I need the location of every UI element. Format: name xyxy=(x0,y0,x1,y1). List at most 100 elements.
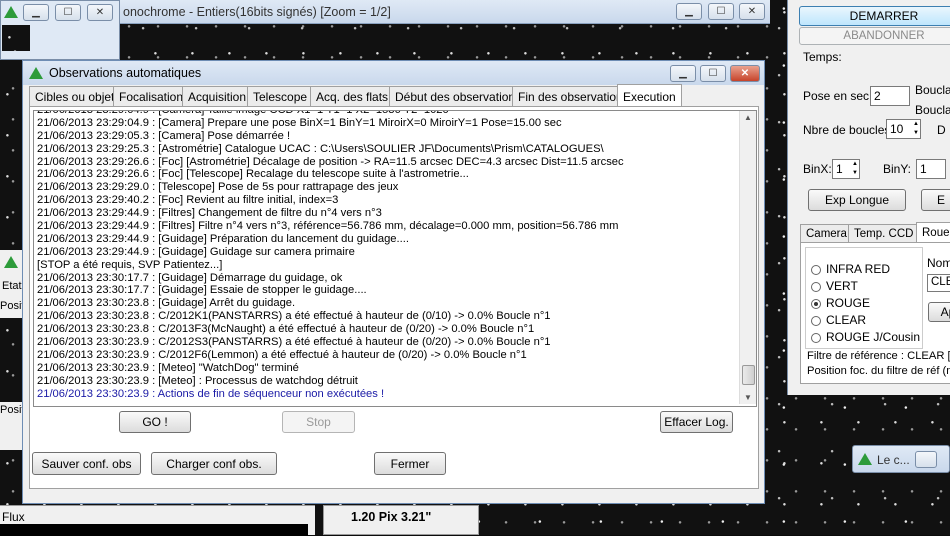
execution-panel: 21/06/2013 23:29:04.9 : [Camera] Taille … xyxy=(29,106,759,489)
filter-option-clear[interactable]: CLEAR xyxy=(811,313,866,327)
log-line: 21/06/2013 23:29:29.0 : [Telescope] Pose… xyxy=(37,181,399,194)
image-window-maximize-button[interactable]: ☐ xyxy=(708,3,734,20)
dialog-close-button[interactable]: ✕ xyxy=(730,64,760,82)
tab-camera[interactable]: Camera xyxy=(800,224,853,242)
tab-telescope[interactable]: Telescope xyxy=(247,86,314,107)
scroll-thumb[interactable] xyxy=(742,365,755,385)
exp-other-button[interactable]: E xyxy=(921,189,950,211)
effacer-log-button[interactable]: Effacer Log. xyxy=(660,411,733,433)
log-scrollbar[interactable]: ▲ ▼ xyxy=(739,111,756,404)
log-line: 21/06/2013 23:30:17.7 : [Guidage] Essaie… xyxy=(37,284,367,297)
log-line: 21/06/2013 23:30:23.9 : C/2012F6(Lemmon)… xyxy=(37,348,527,361)
nom-input[interactable]: CLE xyxy=(927,274,950,292)
tab-roue[interactable]: Roue xyxy=(916,222,950,242)
dialog-minimize-button[interactable]: ▁ xyxy=(670,64,696,82)
filter-option-infrared[interactable]: INFRA RED xyxy=(811,262,890,276)
pose-input[interactable]: 2 xyxy=(870,86,910,106)
left-small-window: ▁ ☐ ✕ xyxy=(0,0,120,60)
flux-label: Flux xyxy=(2,510,25,524)
panel-tabs: Camera Temp. CCD Roue xyxy=(800,222,950,244)
filter-label: INFRA RED xyxy=(826,262,891,276)
abandonner-button[interactable]: ABANDONNER xyxy=(799,27,950,45)
tab-cibles[interactable]: Cibles ou objets xyxy=(29,86,127,107)
minimized-window-le-c[interactable]: Le c... xyxy=(852,445,950,473)
measure-readout-panel: 1.20 Pix 3.21" xyxy=(323,505,479,535)
ap-button[interactable]: Ap xyxy=(928,302,950,322)
exp-longue-button[interactable]: Exp Longue xyxy=(808,189,906,211)
image-window-titlebar: onochrome - Entiers(16bits signés) [Zoom… xyxy=(118,0,770,24)
log-line: 21/06/2013 23:29:44.9 : [Filtres] Filtre… xyxy=(37,220,619,233)
left-window-minimize-button[interactable]: ▁ xyxy=(23,4,49,21)
tab-acq-flats[interactable]: Acq. des flats xyxy=(310,86,395,107)
sauver-conf-button[interactable]: Sauver conf. obs xyxy=(32,452,141,475)
filter-label: CLEAR xyxy=(826,313,867,327)
tab-temp-ccd[interactable]: Temp. CCD xyxy=(848,224,920,242)
binx-value: 1 xyxy=(836,162,843,176)
image-window-minimize-button[interactable]: ▁ xyxy=(676,3,702,20)
prism-icon xyxy=(4,6,18,18)
left-window-close-button[interactable]: ✕ xyxy=(87,4,113,21)
left-status-strip: Etat Posit Posit xyxy=(0,250,24,450)
measure-readout: 1.20 Pix 3.21" xyxy=(351,510,432,524)
biny-stepper[interactable]: 1 xyxy=(916,159,946,179)
left-preview xyxy=(0,318,23,402)
pose-value: 2 xyxy=(874,89,881,103)
filtre-reference-text: Filtre de référence : CLEAR [In xyxy=(807,350,950,362)
spin-down-icon[interactable]: ▼ xyxy=(852,169,858,178)
filter-option-vert[interactable]: VERT xyxy=(811,279,858,293)
log-line: 21/06/2013 23:30:23.8 : C/2012K1(PANSTAR… xyxy=(37,310,551,323)
log-line: 21/06/2013 23:30:23.9 : Actions de fin d… xyxy=(37,387,385,400)
left-window-maximize-button[interactable]: ☐ xyxy=(55,4,81,21)
flux-graph xyxy=(0,524,308,536)
log-line: 21/06/2013 23:29:25.3 : [Astrométrie] Ca… xyxy=(37,142,604,155)
prism-icon xyxy=(4,256,18,268)
scroll-down-icon[interactable]: ▼ xyxy=(744,393,752,402)
boucles-suffix: D xyxy=(937,123,946,137)
radio-icon[interactable] xyxy=(811,264,821,275)
tab-acquisition[interactable]: Acquisition xyxy=(182,86,253,107)
bouclage-label-2: Bouclag xyxy=(915,103,950,117)
acquisition-panel: DEMARRER ABANDONNER Temps: Pose en sec. … xyxy=(787,0,950,395)
radio-icon[interactable] xyxy=(811,281,821,292)
spin-up-icon[interactable]: ▲ xyxy=(913,120,919,129)
fermer-button[interactable]: Fermer xyxy=(374,452,446,475)
filter-option-rouge[interactable]: ROUGE xyxy=(811,296,870,310)
minimized-window-title: Le c... xyxy=(877,453,910,467)
spin-up-icon[interactable]: ▲ xyxy=(852,160,858,169)
restore-icon[interactable] xyxy=(915,451,937,468)
boucles-stepper[interactable]: 10 ▲ ▼ xyxy=(886,119,921,139)
log-line: [STOP a été requis, SVP Patientez...] xyxy=(37,258,223,271)
log-line: 21/06/2013 23:29:04.9 : [Camera] Prepare… xyxy=(37,116,562,129)
dialog-title: Observations automatiques xyxy=(49,66,202,80)
demarrer-button[interactable]: DEMARRER xyxy=(799,6,950,26)
dialog-maximize-button[interactable]: ☐ xyxy=(700,64,726,82)
charger-conf-button[interactable]: Charger conf obs. xyxy=(151,452,277,475)
stop-button[interactable]: Stop xyxy=(282,411,355,433)
filter-option-rouge-cousin[interactable]: ROUGE J/Cousin xyxy=(811,330,920,344)
image-window-close-button[interactable]: ✕ xyxy=(739,3,765,20)
tab-focalisation[interactable]: Focalisation xyxy=(113,86,190,107)
scroll-up-icon[interactable]: ▲ xyxy=(744,113,752,122)
log-line: 21/06/2013 23:29:44.9 : [Guidage] Prépar… xyxy=(37,232,409,245)
filter-label: ROUGE xyxy=(826,296,871,310)
radio-icon[interactable] xyxy=(811,332,821,343)
bouclage-label-1: Bouclag xyxy=(915,83,950,97)
log-lines: 21/06/2013 23:29:04.9 : [Camera] Taille … xyxy=(34,111,739,400)
log-line: 21/06/2013 23:30:23.9 : C/2012S3(PANSTAR… xyxy=(37,336,551,349)
tab-debut-observations[interactable]: Début des observations xyxy=(389,86,528,107)
go-button[interactable]: GO ! xyxy=(119,411,191,433)
spin-down-icon[interactable]: ▼ xyxy=(913,129,919,138)
log-line: 21/06/2013 23:30:23.9 : [Meteo] : Proces… xyxy=(37,374,358,387)
log-memo: 21/06/2013 23:29:04.9 : [Camera] Taille … xyxy=(33,110,757,407)
position-label-2: Posit xyxy=(0,404,25,416)
binx-stepper[interactable]: 1 ▲ ▼ xyxy=(832,159,860,179)
boucles-value: 10 xyxy=(890,122,904,136)
biny-value: 1 xyxy=(920,162,927,176)
temps-label: Temps: xyxy=(803,50,842,64)
radio-selected-icon[interactable] xyxy=(811,298,821,309)
log-line: 21/06/2013 23:29:05.3 : [Camera] Pose dé… xyxy=(37,129,291,142)
log-line: 21/06/2013 23:29:26.6 : [Foc] [Telescope… xyxy=(37,168,469,181)
nom-label: Nom xyxy=(927,256,950,270)
radio-icon[interactable] xyxy=(811,315,821,326)
tab-execution[interactable]: Execution xyxy=(617,84,682,108)
